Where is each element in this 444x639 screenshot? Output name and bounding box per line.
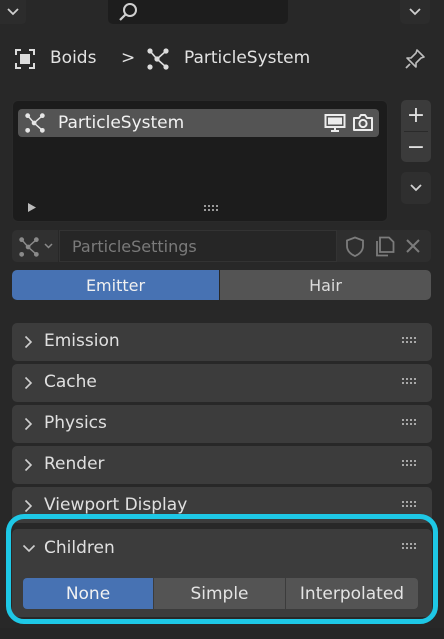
panel-label: Emission — [44, 331, 120, 351]
particle-settings-name: ParticleSettings — [72, 236, 197, 256]
breadcrumb-particle-system[interactable]: ParticleSystem — [184, 48, 310, 68]
add-button[interactable]: + — [401, 100, 431, 131]
resize-grip-icon[interactable] — [204, 205, 220, 212]
drag-grip-icon[interactable] — [402, 378, 418, 385]
list-side-buttons: + − — [401, 100, 431, 162]
chevron-right-icon — [24, 417, 33, 431]
list-item[interactable]: ParticleSystem — [18, 109, 379, 137]
panel-emission[interactable]: Emission — [12, 323, 432, 361]
top-right-dropdown[interactable] — [400, 0, 430, 24]
chevron-right-icon — [24, 335, 33, 349]
drag-grip-icon[interactable] — [402, 543, 418, 550]
children-simple-button[interactable]: Simple — [154, 578, 285, 609]
remove-button[interactable]: − — [401, 132, 431, 162]
panel-viewport-display[interactable]: Viewport Display — [12, 487, 432, 523]
fake-user-shield-icon[interactable] — [345, 236, 365, 257]
search-icon — [119, 3, 137, 21]
next-panel-edge — [0, 628, 444, 639]
chevron-right-icon — [24, 499, 33, 513]
chevron-down-icon — [410, 184, 422, 192]
camera-icon[interactable] — [352, 112, 374, 133]
panel-physics[interactable]: Physics — [12, 405, 432, 443]
settings-actions — [337, 230, 431, 262]
search-field[interactable] — [108, 0, 288, 24]
chevron-down-icon — [409, 8, 421, 16]
particles-icon — [25, 113, 45, 133]
chevron-right-icon — [24, 458, 33, 472]
breadcrumb: Boids > ParticleSystem — [0, 42, 444, 78]
pin-icon[interactable] — [404, 48, 426, 70]
close-icon[interactable] — [405, 238, 421, 254]
panel-label: Cache — [44, 372, 97, 392]
chevron-down-icon[interactable] — [22, 544, 36, 553]
panel-render[interactable]: Render — [12, 446, 432, 484]
settings-browse-button[interactable] — [12, 230, 58, 262]
drag-grip-icon[interactable] — [402, 460, 418, 467]
type-hair-button[interactable]: Hair — [220, 270, 431, 300]
drag-grip-icon[interactable] — [402, 419, 418, 426]
particles-icon — [147, 48, 169, 70]
list-item-label: ParticleSystem — [58, 113, 185, 133]
play-arrow-icon[interactable] — [28, 203, 36, 212]
particles-icon — [19, 237, 39, 257]
panel-label: Viewport Display — [44, 495, 188, 515]
drag-grip-icon[interactable] — [402, 337, 418, 344]
children-interpolated-button[interactable]: Interpolated — [286, 578, 418, 609]
particle-settings-field[interactable]: ParticleSettings — [59, 230, 337, 262]
type-emitter-button[interactable]: Emitter — [12, 270, 219, 300]
breadcrumb-object[interactable]: Boids — [50, 48, 96, 68]
monitor-icon[interactable] — [324, 113, 346, 133]
specials-dropdown[interactable] — [401, 172, 431, 204]
panel-label: Physics — [44, 413, 107, 433]
panel-label: Render — [44, 454, 105, 474]
chevron-down-icon — [44, 243, 53, 249]
duplicate-icon[interactable] — [374, 236, 395, 257]
chevron-down-icon — [7, 8, 19, 16]
breadcrumb-separator: > — [121, 48, 136, 68]
drag-grip-icon[interactable] — [402, 501, 418, 508]
children-none-button[interactable]: None — [23, 578, 153, 609]
object-icon — [15, 49, 35, 69]
chevron-right-icon — [24, 376, 33, 390]
panel-label[interactable]: Children — [44, 538, 115, 558]
panel-cache[interactable]: Cache — [12, 364, 432, 402]
top-left-dropdown[interactable] — [0, 0, 26, 24]
